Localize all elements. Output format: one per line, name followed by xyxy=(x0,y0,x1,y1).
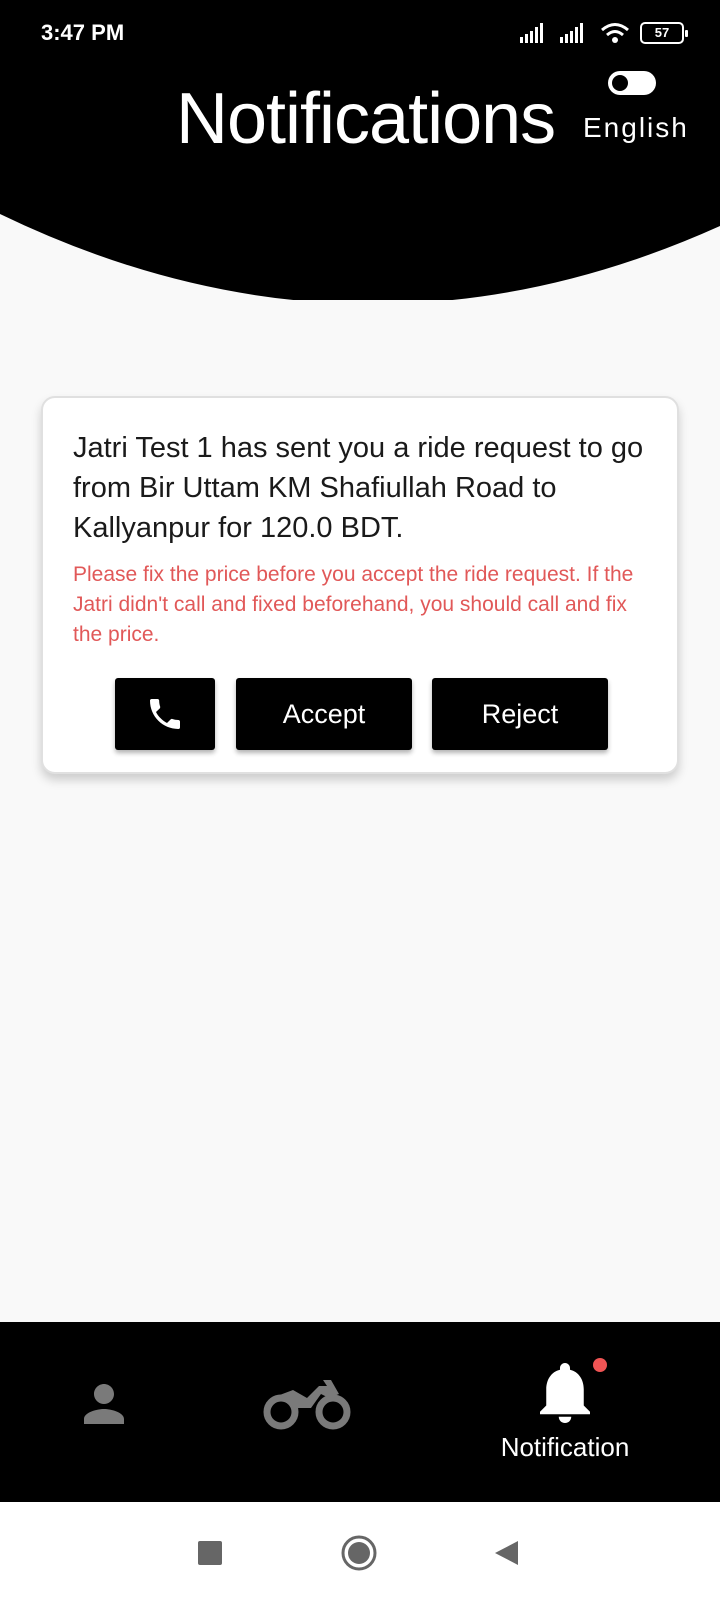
person-icon xyxy=(84,1384,124,1424)
back-icon[interactable] xyxy=(493,1539,519,1567)
toggle-knob xyxy=(612,75,628,91)
ride-request-card: Jatri Test 1 has sent you a ride request… xyxy=(41,396,679,774)
nav-label-notification: Notification xyxy=(500,1432,630,1462)
system-nav-bar xyxy=(0,1502,720,1600)
price-warning: Please fix the price before you accept t… xyxy=(73,563,634,646)
ride-request-message: Jatri Test 1 has sent you a ride request… xyxy=(73,432,644,544)
status-icons: 57 xyxy=(520,22,688,44)
recents-icon[interactable] xyxy=(197,1540,223,1566)
header: 3:47 PM 57 Notifications English xyxy=(0,0,720,300)
bell-icon xyxy=(540,1363,590,1423)
language-toggle[interactable] xyxy=(608,71,656,95)
page-title: Notifications xyxy=(176,79,556,159)
status-bar: 3:47 PM 57 xyxy=(0,0,720,70)
accept-button[interactable]: Accept xyxy=(236,678,412,750)
home-icon[interactable] xyxy=(340,1534,378,1572)
bottom-nav: Notification xyxy=(0,1322,720,1502)
phone-icon xyxy=(150,699,180,729)
notification-badge xyxy=(593,1358,607,1372)
wifi-icon xyxy=(601,23,629,43)
language-label: English xyxy=(583,112,689,143)
motorcycle-icon xyxy=(263,1380,351,1430)
signal-icon xyxy=(560,23,583,43)
call-button[interactable] xyxy=(115,678,215,750)
nav-item-ride[interactable] xyxy=(258,1322,358,1502)
battery-level: 57 xyxy=(654,25,670,40)
reject-button[interactable]: Reject xyxy=(432,678,608,750)
signal-icon xyxy=(520,23,543,43)
status-time: 3:47 PM xyxy=(41,20,125,45)
nav-item-profile[interactable] xyxy=(62,1322,142,1502)
battery-icon: 57 xyxy=(640,22,688,44)
nav-item-notification[interactable]: Notification xyxy=(480,1322,650,1502)
screen: 3:47 PM 57 Notifications English Jatri T… xyxy=(0,0,720,1600)
